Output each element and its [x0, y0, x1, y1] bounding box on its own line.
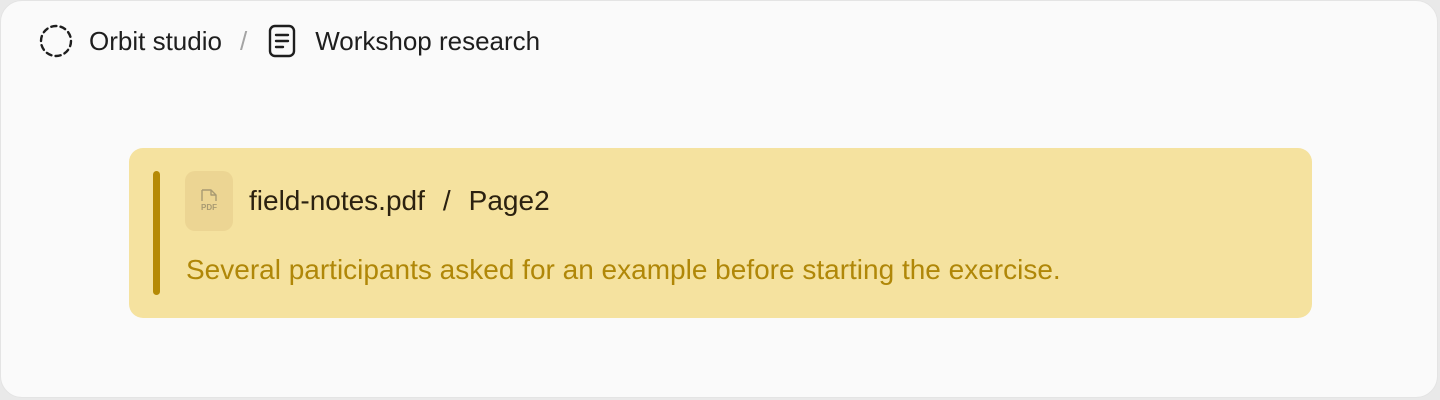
citation-page-label: Page2	[468, 185, 550, 216]
workspace-name: Orbit studio	[89, 26, 222, 56]
breadcrumb-document[interactable]: Workshop research	[265, 24, 540, 58]
breadcrumb-separator: /	[239, 26, 248, 56]
citation-source: PDF field-notes.pdf / Page2	[185, 171, 550, 231]
pdf-icon-text: PDF	[201, 203, 217, 212]
document-icon	[265, 24, 299, 58]
app-window: Orbit studio / Workshop research PDF fie…	[0, 0, 1438, 398]
breadcrumb-workspace[interactable]: Orbit studio	[39, 24, 222, 58]
citation-file-name: field-notes.pdf	[249, 185, 425, 216]
pdf-file-icon: PDF	[185, 171, 233, 231]
citation-card[interactable]: PDF field-notes.pdf / Page2 Several part…	[129, 148, 1312, 318]
citation-accent-bar	[153, 171, 160, 295]
breadcrumb: Orbit studio / Workshop research	[39, 23, 540, 59]
citation-quote: Several participants asked for an exampl…	[186, 254, 1061, 285]
dashed-circle-icon	[39, 24, 73, 58]
citation-separator: /	[442, 185, 451, 216]
document-name: Workshop research	[315, 26, 541, 56]
